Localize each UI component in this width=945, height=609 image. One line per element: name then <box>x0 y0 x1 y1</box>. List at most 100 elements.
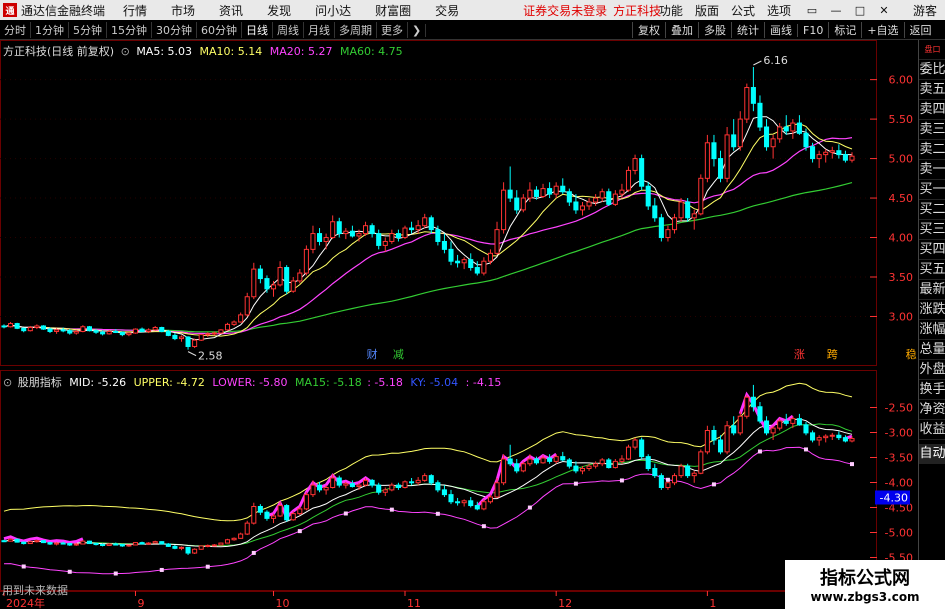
candle-body <box>455 260 461 264</box>
side-item-buy5[interactable]: 买五 <box>919 260 945 280</box>
adjust-button[interactable]: 复权 <box>632 22 665 38</box>
menu-market[interactable]: 市场 <box>171 2 195 19</box>
window-maximize-icon[interactable]: □ <box>851 4 869 17</box>
indicator-candles <box>1 384 855 576</box>
period-multi[interactable]: 多周期 <box>335 22 377 38</box>
side-item-latest[interactable]: 最新 <box>919 280 945 300</box>
f10-button[interactable]: F10 <box>797 23 828 37</box>
indicator-candle-body <box>573 465 579 472</box>
candle-body <box>290 280 296 292</box>
menu-quotes[interactable]: 行情 <box>123 2 147 19</box>
indicator-tick-label: -4.00 <box>885 477 913 490</box>
side-item-buy3[interactable]: 买三 <box>919 220 945 240</box>
side-item-buy4[interactable]: 买四 <box>919 240 945 260</box>
candle-body <box>14 323 20 329</box>
mark-button[interactable]: 标记 <box>828 22 861 38</box>
lower-band-dot <box>251 550 256 555</box>
side-item-sell2[interactable]: 卖二 <box>919 140 945 160</box>
indicator-candle-body <box>409 481 415 484</box>
candle-body <box>376 233 382 246</box>
add-watchlist-button[interactable]: +自选 <box>861 22 903 38</box>
side-item-change-pct[interactable]: 涨幅 <box>919 320 945 340</box>
menu-ask[interactable]: 问小达 <box>315 2 351 19</box>
chevron-right-icon[interactable]: ❯ <box>408 23 427 37</box>
candle-body <box>80 326 86 332</box>
indicator-candle-body <box>47 542 53 545</box>
watermark: 指标公式网 www.zbgs3.com <box>785 560 945 609</box>
guest-user[interactable]: 游客 <box>913 2 937 19</box>
side-item-buy1[interactable]: 买一 <box>919 180 945 200</box>
draw-line-button[interactable]: 画线 <box>764 22 797 38</box>
multi-stock-button[interactable]: 多股 <box>698 22 731 38</box>
settings-icon[interactable]: ⊙ <box>3 376 12 389</box>
settings-icon[interactable]: ⊙ <box>121 45 130 58</box>
side-item-weibi[interactable]: 委比 <box>919 60 945 80</box>
menu-discover[interactable]: 发现 <box>267 2 291 19</box>
future-data-note: 用到未来数据 <box>2 584 68 597</box>
period-weekly[interactable]: 周线 <box>273 22 304 38</box>
kline-chart[interactable]: 6.00 5.50 5.00 4.50 4.00 3.50 3.00 -2.50 -3.00 -… <box>0 40 918 609</box>
indicator-candle-body <box>501 458 507 484</box>
indicator-candle-body <box>527 458 533 465</box>
side-item-buy2[interactable]: 买二 <box>919 200 945 220</box>
menu-function[interactable]: 功能 <box>659 2 683 19</box>
candle-body <box>67 330 73 334</box>
menu-trade[interactable]: 交易 <box>435 2 459 19</box>
window-minimize-icon[interactable]: — <box>827 4 845 17</box>
candle-body <box>533 189 540 197</box>
window-close-icon[interactable]: ✕ <box>875 4 893 17</box>
period-daily[interactable]: 日线 <box>242 22 273 38</box>
menu-news[interactable]: 资讯 <box>219 2 243 19</box>
ma15-label: MA15: -5.18 <box>295 376 362 389</box>
side-item-turnover[interactable]: 换手 <box>919 380 945 400</box>
period-more[interactable]: 更多 <box>377 22 408 38</box>
candle-body <box>152 327 158 331</box>
period-15min[interactable]: 15分钟 <box>107 22 152 38</box>
lower-band-dot <box>389 507 394 512</box>
indicator-candle-body <box>579 468 586 472</box>
candle-body <box>796 122 802 134</box>
candle-body <box>783 126 789 132</box>
auto-button[interactable]: 自动 <box>919 444 945 464</box>
side-top-label[interactable]: 盘口 <box>919 40 945 60</box>
back-button[interactable]: 返回 <box>903 22 937 38</box>
menu-wealth[interactable]: 财富圈 <box>375 2 411 19</box>
side-item-sell4[interactable]: 卖四 <box>919 100 945 120</box>
period-5min[interactable]: 5分钟 <box>69 22 107 38</box>
window-restore-icon[interactable]: ▭ <box>803 4 821 17</box>
period-60min[interactable]: 60分钟 <box>197 22 242 38</box>
indicator-candle-body <box>336 477 342 486</box>
candle-body <box>737 118 743 148</box>
candle-body <box>520 197 526 211</box>
side-item-net-asset[interactable]: 净资 <box>919 400 945 420</box>
indicator-candle-body <box>731 425 737 434</box>
indicator-candle-body <box>816 437 822 441</box>
side-item-change[interactable]: 涨跌 <box>919 300 945 320</box>
stats-button[interactable]: 统计 <box>731 22 764 38</box>
menu-layout[interactable]: 版面 <box>695 2 719 19</box>
indicator-candle-body <box>435 482 441 491</box>
side-item-outer[interactable]: 外盘 <box>919 360 945 380</box>
side-item-sell5[interactable]: 卖五 <box>919 80 945 100</box>
period-monthly[interactable]: 月线 <box>304 22 335 38</box>
indicator-candle-body <box>625 446 632 460</box>
menu-formula[interactable]: 公式 <box>731 2 755 19</box>
lower-band-dot <box>850 462 854 467</box>
side-item-eps[interactable]: 收益 <box>919 420 945 440</box>
menu-options[interactable]: 选项 <box>767 2 791 19</box>
overlay-button[interactable]: 叠加 <box>665 22 698 38</box>
indicator-candle-body <box>665 482 671 488</box>
candle-body <box>330 221 336 239</box>
candle-body <box>803 132 809 148</box>
side-item-sell3[interactable]: 卖三 <box>919 120 945 140</box>
login-warning[interactable]: 证券交易未登录 <box>523 2 607 19</box>
side-item-volume[interactable]: 总量 <box>919 340 945 360</box>
candle-body <box>316 233 323 242</box>
indicator-candle-body <box>777 420 783 429</box>
period-intraday[interactable]: 分时 <box>0 22 31 38</box>
side-item-sell1[interactable]: 卖一 <box>919 160 945 180</box>
ma5-label: MA5: 5.03 <box>136 45 193 58</box>
period-1min[interactable]: 1分钟 <box>31 22 69 38</box>
candle-body <box>547 188 553 195</box>
period-30min[interactable]: 30分钟 <box>152 22 197 38</box>
